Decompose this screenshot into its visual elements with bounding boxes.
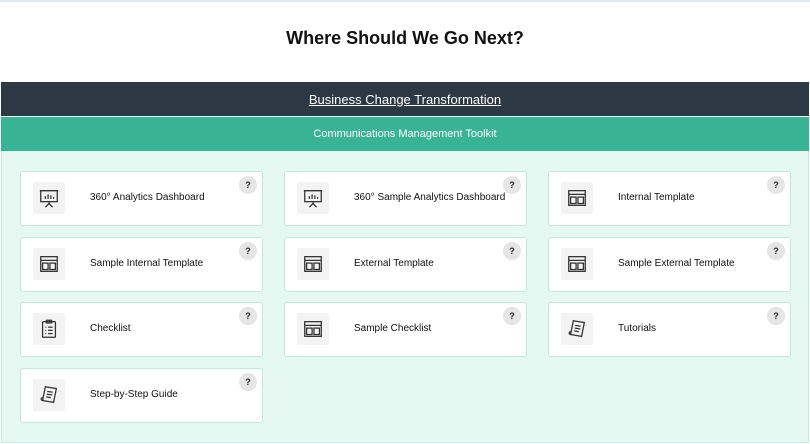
help-button[interactable]: ? xyxy=(767,307,785,325)
breadcrumb-current-bar: Communications Management Toolkit xyxy=(1,117,809,151)
help-button[interactable]: ? xyxy=(503,307,521,325)
card-label: Step-by-Step Guide xyxy=(90,389,178,400)
template-layout-icon xyxy=(297,313,329,345)
scroll-document-icon xyxy=(561,313,593,345)
card-360-sample-analytics-dashboard[interactable]: 360° Sample Analytics Dashboard ? xyxy=(284,171,527,226)
card-label: Internal Template xyxy=(618,192,695,203)
top-divider xyxy=(0,0,810,2)
help-button[interactable]: ? xyxy=(239,242,257,260)
card-checklist[interactable]: Checklist ? xyxy=(20,302,263,357)
template-layout-icon xyxy=(33,248,65,280)
page-title: Where Should We Go Next? xyxy=(286,28,524,48)
card-label: Sample External Template xyxy=(618,258,735,269)
card-sample-checklist[interactable]: Sample Checklist ? xyxy=(284,302,527,357)
help-button[interactable]: ? xyxy=(503,176,521,194)
card-sample-external-template[interactable]: Sample External Template ? xyxy=(548,237,791,292)
card-external-template[interactable]: External Template ? xyxy=(284,237,527,292)
presentation-chart-icon xyxy=(33,182,65,214)
help-button[interactable]: ? xyxy=(239,176,257,194)
card-label: Sample Checklist xyxy=(354,323,432,334)
breadcrumb-parent-bar: Business Change Transformation xyxy=(1,82,809,116)
card-360-analytics-dashboard[interactable]: 360° Analytics Dashboard ? xyxy=(20,171,263,226)
card-label: External Template xyxy=(354,258,434,269)
help-button[interactable]: ? xyxy=(767,176,785,194)
toolkit-panel: 360° Analytics Dashboard ? 360° Sample A… xyxy=(1,151,809,443)
clipboard-checklist-icon xyxy=(33,313,65,345)
presentation-chart-icon xyxy=(297,182,329,214)
card-label: 360° Sample Analytics Dashboard xyxy=(354,192,506,203)
help-button[interactable]: ? xyxy=(239,307,257,325)
help-button[interactable]: ? xyxy=(767,242,785,260)
card-internal-template[interactable]: Internal Template ? xyxy=(548,171,791,226)
card-label: Tutorials xyxy=(618,323,656,334)
card-label: Sample Internal Template xyxy=(90,258,204,269)
scroll-document-icon xyxy=(33,379,65,411)
help-button[interactable]: ? xyxy=(503,242,521,260)
card-step-by-step-guide[interactable]: Step-by-Step Guide ? xyxy=(20,368,263,423)
template-layout-icon xyxy=(561,248,593,280)
card-tutorials[interactable]: Tutorials ? xyxy=(548,302,791,357)
help-button[interactable]: ? xyxy=(239,373,257,391)
card-sample-internal-template[interactable]: Sample Internal Template ? xyxy=(20,237,263,292)
template-layout-icon xyxy=(297,248,329,280)
template-layout-icon xyxy=(561,182,593,214)
card-label: Checklist xyxy=(90,323,131,334)
card-label: 360° Analytics Dashboard xyxy=(90,192,205,203)
breadcrumb-parent-link[interactable]: Business Change Transformation xyxy=(309,92,501,107)
